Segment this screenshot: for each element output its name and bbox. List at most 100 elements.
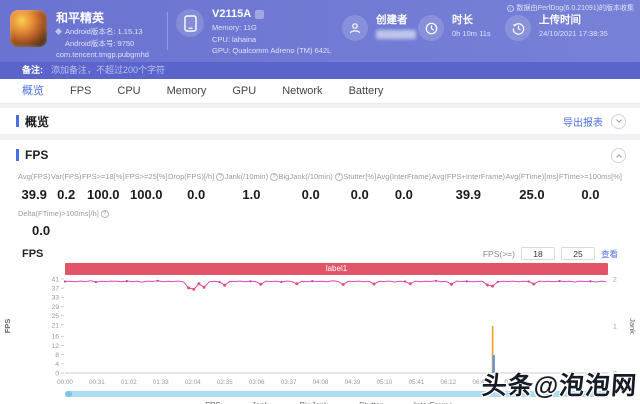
tab-CPU[interactable]: CPU: [117, 79, 140, 104]
info-icon[interactable]: ?: [270, 173, 279, 181]
chart-title: FPS: [22, 247, 44, 260]
svg-text:00:31: 00:31: [89, 379, 105, 386]
export-report-link[interactable]: 导出报表: [563, 114, 603, 129]
stat-Jank(/10min): Jank(/10min)? 1.0: [225, 172, 279, 202]
chart-annotation-banner: label1: [65, 263, 608, 275]
svg-text:02:35: 02:35: [217, 379, 233, 386]
device-memory: Memory: 11G: [212, 23, 257, 32]
tab-GPU[interactable]: GPU: [232, 79, 256, 104]
app-icon: [10, 10, 47, 47]
section-accent-bar: [16, 115, 19, 127]
duration-info: 时长 0h 10m 11s: [418, 15, 491, 41]
tab-Memory[interactable]: Memory: [167, 79, 207, 104]
upload-info: 上传时间 24/10/2021 17:38:35: [505, 15, 608, 41]
stat-Drop(FPS)[/h]: Drop(FPS)[/h]? 0.0: [168, 172, 225, 202]
svg-text:33: 33: [51, 295, 59, 302]
watermark: 头条@泡泡网: [480, 372, 638, 400]
svg-text:Jank: Jank: [628, 318, 637, 334]
svg-text:00:00: 00:00: [57, 379, 73, 386]
tab-bar: 概览 FPS CPU Memory GPU Network Battery: [0, 79, 640, 104]
svg-text:2: 2: [613, 276, 617, 283]
person-icon: [342, 15, 368, 41]
threshold-input-2[interactable]: 25: [560, 247, 595, 260]
svg-text:0: 0: [55, 370, 59, 377]
info-circle-icon: i: [506, 4, 514, 12]
svg-text:41: 41: [51, 276, 59, 283]
fps-stats-row: Avg(FPS) 39.9 Var(FPS) 0.2 FPS>=18[%] 100.0 FP…: [0, 172, 640, 202]
svg-text:12: 12: [51, 343, 59, 350]
chevron-up-icon: [615, 153, 622, 160]
stat-BigJank(/10min): BigJank(/10min)? 0.0: [279, 172, 343, 202]
app-version-name: Android版本名: 1.15.13: [65, 27, 143, 36]
svg-text:29: 29: [51, 304, 59, 311]
svg-text:8: 8: [55, 352, 59, 359]
fps-title: FPS: [25, 148, 49, 162]
info-icon[interactable]: ?: [216, 173, 225, 181]
svg-text:05:41: 05:41: [409, 379, 425, 386]
view-link[interactable]: 查看: [601, 248, 618, 260]
threshold-label: FPS(>=): [482, 248, 515, 259]
svg-text:03:37: 03:37: [281, 379, 297, 386]
svg-text:04:08: 04:08: [313, 379, 329, 386]
chevron-down-icon: [615, 117, 622, 123]
stat-FPS>=18[%]: FPS>=18[%] 100.0: [82, 172, 125, 202]
tab-概览[interactable]: 概览: [22, 79, 44, 104]
overview-title: 概览: [25, 114, 50, 129]
svg-text:16: 16: [51, 334, 59, 341]
tab-Battery[interactable]: Battery: [349, 79, 384, 104]
app-info: 和平精英 Android版本名: 1.15.13 Android版本号: 975…: [10, 10, 149, 59]
delta-stat: Delta(FTime)>100ms[/h]? 0.0: [0, 209, 127, 238]
delta-value: 0.0: [32, 223, 51, 238]
note-label: 备注:: [22, 65, 43, 75]
note-placeholder: 添加备注，不超过200个字符: [51, 65, 166, 75]
svg-text:01:02: 01:02: [121, 379, 137, 386]
svg-text:FPS: FPS: [3, 319, 12, 334]
stat-Avg(FPS+InterFrame): Avg(FPS+InterFrame) 39.9: [431, 172, 506, 202]
collector-note: i 数据由PerfDog(6.0.21091)的版本收集: [506, 3, 634, 13]
svg-text:1: 1: [613, 323, 617, 330]
tab-Network[interactable]: Network: [282, 79, 322, 104]
stat-Var(FPS): Var(FPS) 0.2: [50, 172, 82, 202]
fps-section: FPS Avg(FPS) 39.9 Var(FPS) 0.2 FPS>=18[%] 100…: [0, 140, 640, 404]
svg-text:25: 25: [51, 313, 59, 320]
fps-collapse-button[interactable]: [611, 147, 626, 163]
creator-label: 创建者: [376, 14, 408, 26]
header-divider: [167, 12, 168, 50]
duration-value: 0h 10m 11s: [452, 28, 491, 38]
upload-value: 24/10/2021 17:38:35: [539, 28, 608, 38]
note-bar[interactable]: 备注: 添加备注，不超过200个字符: [0, 62, 640, 79]
svg-text:04:39: 04:39: [345, 379, 361, 386]
device-gpu: GPU: Qualcomm Adreno (TM) 642L: [212, 46, 332, 55]
history-clock-icon: [505, 15, 531, 41]
svg-text:01:33: 01:33: [153, 379, 169, 386]
app-version-code: Android版本号: 9750: [65, 38, 135, 48]
device-info-icon[interactable]: [255, 9, 265, 19]
overview-section: 概览 导出报表: [0, 108, 640, 134]
svg-text:21: 21: [51, 322, 59, 329]
stat-Stutter[%]: Stutter[%] 0.0: [343, 172, 377, 202]
stat-Avg(FTime)[ms]: Avg(FTime)[ms] 25.0: [505, 172, 559, 202]
section-accent-bar: [16, 149, 19, 161]
svg-text:05:10: 05:10: [377, 379, 393, 386]
tab-FPS[interactable]: FPS: [70, 79, 91, 104]
svg-text:37: 37: [51, 286, 59, 293]
stat-FPS>=25[%]: FPS>=25[%] 100.0: [125, 172, 168, 202]
phone-icon: [176, 9, 204, 37]
delta-label: Delta(FTime)>100ms[/h]: [18, 209, 99, 218]
svg-text:02:04: 02:04: [185, 379, 201, 386]
info-icon[interactable]: ?: [334, 173, 343, 181]
creator-name-blurred: [376, 29, 416, 39]
bullet-icon: [54, 28, 63, 36]
overview-collapse-button[interactable]: [611, 113, 626, 129]
device-info: V2115A Memory: 11G CPU: lahaina GPU: Qua…: [176, 9, 331, 55]
stat-Avg(FPS): Avg(FPS) 39.9: [18, 172, 51, 202]
creator-info: 创建者: [342, 15, 416, 41]
svg-text:03:06: 03:06: [249, 379, 265, 386]
clock-icon: [418, 15, 444, 41]
info-icon[interactable]: ?: [100, 210, 109, 218]
threshold-input-1[interactable]: 18: [520, 247, 555, 260]
duration-label: 时长: [452, 14, 473, 26]
device-model: V2115A: [212, 8, 252, 20]
app-name: 和平精英: [56, 11, 105, 25]
app-package: com.tencent.tmgp.pubgmhd: [56, 50, 149, 59]
